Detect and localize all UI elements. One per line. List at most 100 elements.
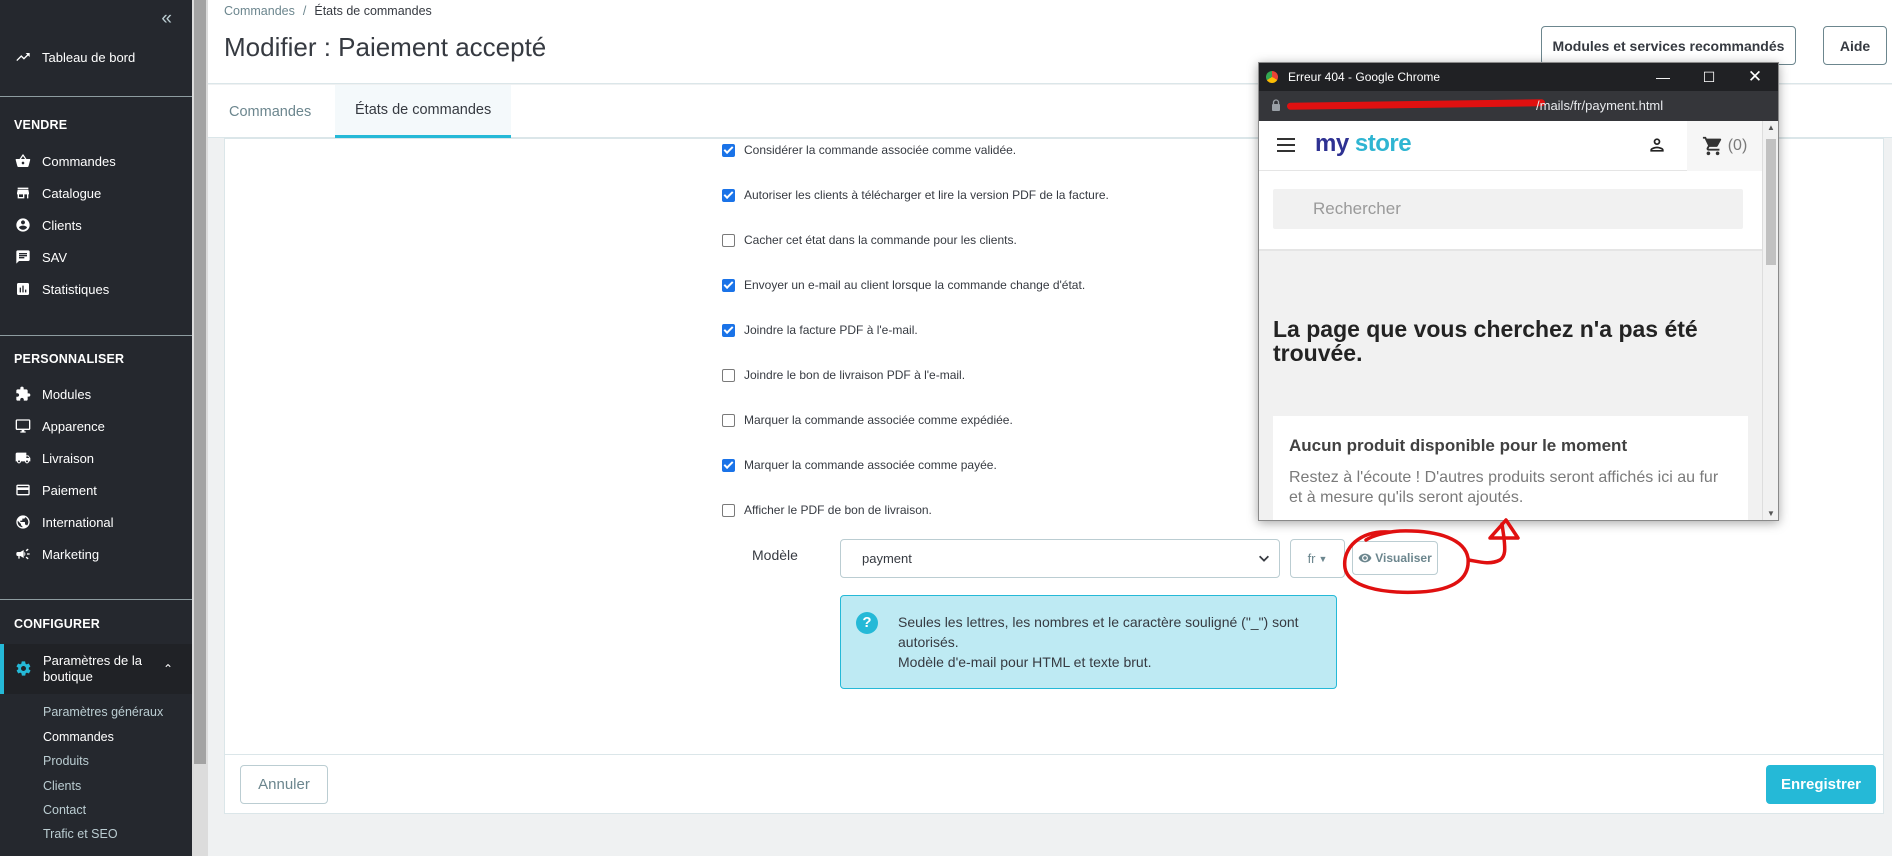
- popup-page: my store (0) Rechercher La page que vous…: [1259, 121, 1762, 520]
- sidebar-item-label: Catalogue: [42, 185, 102, 201]
- language-dropdown[interactable]: fr ▼: [1290, 539, 1345, 578]
- breadcrumb-link[interactable]: Commandes: [224, 4, 295, 18]
- minimize-icon[interactable]: —: [1640, 63, 1686, 91]
- checkbox-label: Joindre le bon de livraison PDF à l'e-ma…: [744, 368, 966, 382]
- gear-icon: [15, 660, 33, 678]
- store-search-bar: Rechercher: [1259, 171, 1762, 251]
- checkbox-option[interactable]: Considérer la commande associée comme va…: [722, 143, 1016, 157]
- tab-order-states[interactable]: États de commandes: [335, 85, 512, 138]
- sidebar-subitem-products[interactable]: Produits: [43, 754, 89, 768]
- checkbox-unchecked[interactable]: [722, 233, 735, 247]
- scroll-down-icon[interactable]: ▼: [1767, 509, 1775, 518]
- no-products-section: Aucun produit disponible pour le moment …: [1273, 416, 1748, 520]
- sidebar-section-customize: PERSONNALISER: [14, 352, 125, 366]
- sidebar-item-payment[interactable]: Paiement: [0, 475, 192, 505]
- help-button[interactable]: Aide: [1823, 26, 1887, 65]
- save-button[interactable]: Enregistrer: [1766, 765, 1876, 804]
- no-products-text: Restez à l'écoute ! D'autres produits se…: [1289, 469, 1719, 506]
- language-value: fr: [1307, 551, 1316, 566]
- sidebar-item-orders[interactable]: Commandes: [0, 146, 192, 176]
- hamburger-menu-icon[interactable]: [1277, 138, 1295, 152]
- store-header: my store (0): [1259, 121, 1762, 171]
- sidebar-item-dashboard[interactable]: Tableau de bord: [0, 42, 192, 72]
- sidebar-item-label: Statistiques: [42, 281, 110, 297]
- eye-icon: [1358, 553, 1372, 563]
- address-bar[interactable]: /mails/fr/payment.html: [1259, 91, 1778, 121]
- chevron-up-icon: ⌃: [163, 662, 174, 676]
- breadcrumb: Commandes / États de commandes: [224, 4, 432, 18]
- breadcrumb-current: États de commandes: [314, 4, 432, 18]
- checkbox-unchecked[interactable]: [722, 413, 735, 427]
- sidebar-item-appearance[interactable]: Apparence: [0, 411, 192, 441]
- scroll-up-icon[interactable]: ▲: [1767, 123, 1775, 132]
- checkbox-option[interactable]: Envoyer un e-mail au client lorsque la c…: [722, 278, 1085, 292]
- sidebar-item-label: Clients: [42, 217, 82, 233]
- sidebar-subitem-orders[interactable]: Commandes: [43, 730, 114, 744]
- store-logo[interactable]: my store: [1315, 130, 1412, 158]
- sidebar-item-sav[interactable]: SAV: [0, 242, 192, 272]
- checkbox-option[interactable]: Afficher le PDF de bon de livraison.: [722, 503, 932, 517]
- alert-text-1: Seules les lettres, les nombres et le ca…: [898, 614, 1299, 650]
- sidebar-item-shop-parameters[interactable]: Paramètres de la boutique ⌃: [0, 644, 192, 694]
- recommended-modules-button[interactable]: Modules et services recommandés: [1541, 26, 1796, 65]
- checkbox-option[interactable]: Cacher cet état dans la commande pour le…: [722, 233, 1017, 247]
- sidebar-item-stats[interactable]: Statistiques: [0, 274, 192, 304]
- template-select[interactable]: payment: [840, 539, 1280, 578]
- sidebar: « Tableau de bord VENDRE Commandes Catal…: [0, 0, 192, 856]
- cancel-button[interactable]: Annuler: [240, 765, 328, 804]
- lock-icon: [1272, 99, 1280, 111]
- preview-button[interactable]: Visualiser: [1352, 541, 1438, 575]
- preview-button-label: Visualiser: [1375, 551, 1432, 565]
- sidebar-subitem-customers[interactable]: Clients: [43, 779, 81, 793]
- checkbox-label: Envoyer un e-mail au client lorsque la c…: [744, 278, 1086, 292]
- cart-count: (0): [1727, 137, 1748, 154]
- sidebar-item-catalog[interactable]: Catalogue: [0, 178, 192, 208]
- sidebar-scrollbar-thumb[interactable]: [194, 0, 206, 764]
- sidebar-item-modules[interactable]: Modules: [0, 379, 192, 409]
- checkbox-checked[interactable]: [722, 323, 735, 337]
- template-label: Modèle: [752, 547, 798, 563]
- page-title: Modifier : Paiement accepté: [224, 32, 547, 62]
- sidebar-item-shipping[interactable]: Livraison: [0, 443, 192, 473]
- megaphone-icon: [14, 545, 32, 563]
- popup-scrollbar[interactable]: ▲ ▼: [1762, 121, 1778, 520]
- popup-scrollbar-thumb[interactable]: [1766, 139, 1776, 265]
- checkbox-checked[interactable]: [722, 188, 735, 202]
- checkbox-checked[interactable]: [722, 143, 735, 157]
- sidebar-subitem-seo[interactable]: Trafic et SEO: [43, 827, 118, 841]
- monitor-icon: [14, 417, 32, 435]
- tab-orders[interactable]: Commandes: [229, 85, 311, 138]
- truck-icon: [14, 449, 32, 467]
- sidebar-item-label: Paramètres de la boutique: [43, 653, 142, 684]
- window-title: Erreur 404 - Google Chrome: [1288, 70, 1441, 84]
- checkbox-unchecked[interactable]: [722, 503, 735, 517]
- checkbox-checked[interactable]: [722, 458, 735, 472]
- account-circle-icon: [14, 216, 32, 234]
- sidebar-item-label: Marketing: [42, 546, 100, 562]
- help-circle-icon: ?: [856, 612, 878, 634]
- checkbox-checked[interactable]: [722, 278, 735, 292]
- url-text: /mails/fr/payment.html: [1536, 98, 1664, 113]
- checkbox-unchecked[interactable]: [722, 368, 735, 382]
- maximize-icon[interactable]: ☐: [1686, 63, 1732, 91]
- checkbox-option[interactable]: Marquer la commande associée comme expéd…: [722, 413, 1013, 427]
- checkbox-option[interactable]: Joindre la facture PDF à l'e-mail.: [722, 323, 918, 337]
- sidebar-item-international[interactable]: International: [0, 507, 192, 537]
- sidebar-item-marketing[interactable]: Marketing: [0, 539, 192, 569]
- cart-button[interactable]: (0): [1687, 121, 1762, 171]
- store-search-input[interactable]: Rechercher: [1273, 189, 1743, 229]
- checkbox-option[interactable]: Joindre le bon de livraison PDF à l'e-ma…: [722, 368, 965, 382]
- close-icon[interactable]: ✕: [1732, 63, 1778, 91]
- sidebar-section-sell: VENDRE: [14, 118, 68, 132]
- user-icon[interactable]: [1647, 135, 1667, 155]
- puzzle-icon: [14, 385, 32, 403]
- sidebar-item-customers[interactable]: Clients: [0, 210, 192, 240]
- sidebar-subitem-contact[interactable]: Contact: [43, 803, 86, 817]
- collapse-sidebar-icon[interactable]: «: [161, 8, 172, 30]
- sidebar-subitem-general[interactable]: Paramètres généraux: [43, 705, 163, 719]
- checkbox-option[interactable]: Marquer la commande associée comme payée…: [722, 458, 997, 472]
- bar-chart-icon: [14, 280, 32, 298]
- checkbox-option[interactable]: Autoriser les clients à télécharger et l…: [722, 188, 1109, 202]
- redaction-mark: [1286, 99, 1546, 110]
- card-footer-divider: [224, 754, 1884, 755]
